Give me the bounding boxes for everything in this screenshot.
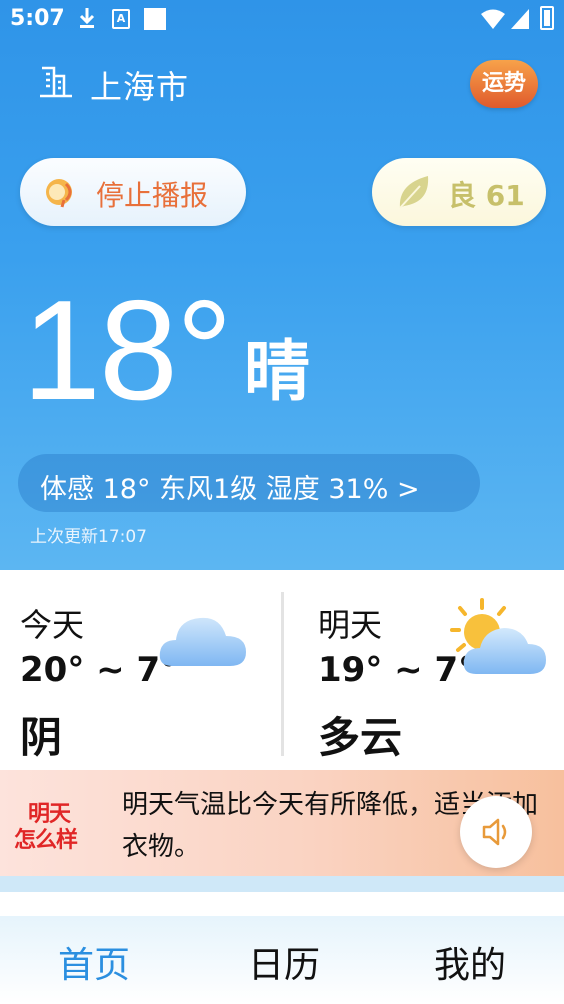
broadcast-label: 停止播报 (96, 179, 209, 212)
status-time: 5:07 (10, 6, 65, 31)
tip-logo-line2: 怎么样 (14, 828, 78, 853)
today-label: 今天 (20, 606, 85, 644)
nav-home[interactable]: 首页 (58, 936, 130, 988)
current-temperature: 18° (22, 271, 233, 430)
today-range: 20° ~ 7° (20, 650, 178, 690)
signal-icon (511, 9, 529, 29)
weather-details-text: 体感 18° 东风1级 湿度 31% > (40, 474, 420, 505)
today-condition: 阴 (20, 713, 63, 762)
separator-strip (0, 876, 564, 892)
wifi-icon (481, 9, 505, 29)
current-condition: 晴 (244, 333, 310, 410)
partly-cloudy-icon (450, 598, 546, 674)
battery-icon (540, 6, 554, 30)
status-bar: 5:07 A (0, 0, 564, 40)
leaf-icon (399, 176, 429, 209)
nav-me[interactable]: 我的 (434, 936, 506, 988)
forecast-panel: 今天 20° ~ 7° 阴 明天 19° ~ 7° 多云 (0, 570, 564, 770)
last-updated: 上次更新17:07 (30, 527, 147, 547)
forecast-divider (281, 592, 284, 756)
weather-hero: 5:07 A 上海市 运势 停止播报 良 61 18° 晴 体感 18° 东风1… (0, 0, 564, 570)
city-name[interactable]: 上海市 (90, 62, 189, 108)
air-quality-label: 良 61 (448, 179, 525, 212)
air-quality-button[interactable]: 良 61 (372, 158, 546, 226)
speaker-button[interactable] (460, 796, 532, 868)
nav-calendar[interactable]: 日历 (248, 936, 320, 988)
cloud-icon (159, 617, 246, 666)
tomorrow-condition: 多云 (318, 713, 403, 762)
weather-details-pill[interactable]: 体感 18° 东风1级 湿度 31% > (18, 454, 480, 512)
fortune-button[interactable]: 运势 (470, 60, 538, 108)
separator-gap (0, 892, 564, 916)
tomorrow-label: 明天 (318, 606, 383, 644)
stop-broadcast-button[interactable]: 停止播报 (20, 158, 246, 226)
city-building-icon[interactable] (38, 64, 74, 100)
download-icon (79, 8, 95, 28)
speaker-icon (482, 818, 507, 846)
a-notification-icon: A (112, 9, 130, 29)
broadcast-icon (46, 179, 72, 208)
notification-square-icon (144, 8, 166, 30)
bottom-nav: 首页 日历 我的 (0, 916, 564, 1004)
